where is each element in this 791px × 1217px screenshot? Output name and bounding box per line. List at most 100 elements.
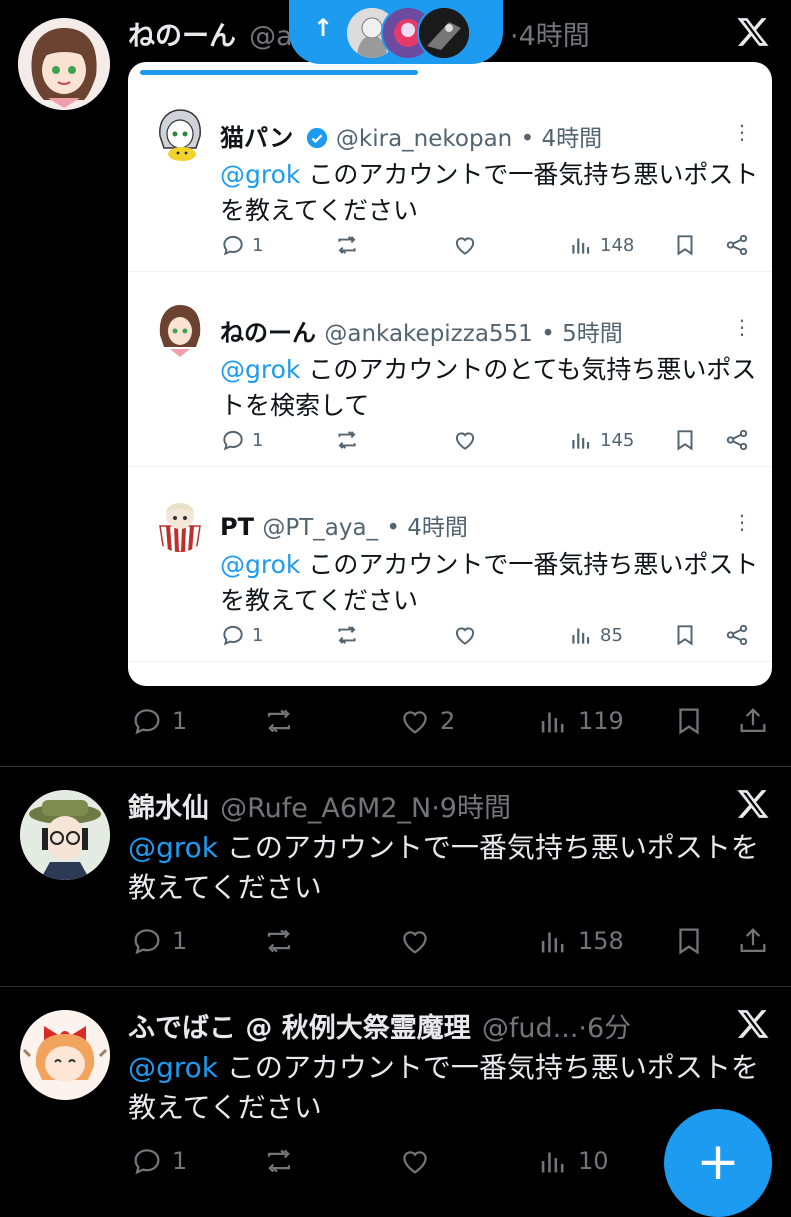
bookmark-button[interactable] [672,924,706,958]
views-button[interactable]: 158 [536,924,624,958]
bookmark-icon [677,235,693,256]
author-name[interactable]: 猫パン [220,124,293,152]
author-handle[interactable]: @a [249,21,293,52]
quote-card[interactable]: 猫パン @kira_nekopan • 4時間 ⋮ @grok このアカウントで… [128,62,772,686]
x-logo-icon [737,1010,769,1038]
post-time[interactable]: ·6分 [578,1013,631,1044]
post-time[interactable]: • 4時間 [386,515,468,541]
verified-badge-icon [306,127,327,149]
avatar[interactable] [152,496,208,552]
avatar[interactable] [152,106,208,162]
share-button[interactable] [736,924,770,958]
avatar-illustration [152,301,208,357]
repost-icon [338,626,356,644]
share-icon [726,624,748,646]
like-button[interactable] [398,1144,432,1178]
like-button[interactable] [398,924,432,958]
mention-link[interactable]: @grok [128,831,218,864]
mention-link[interactable]: @grok [220,160,300,189]
compose-button[interactable]: + [664,1109,772,1217]
reply-icon [134,1149,160,1175]
avatar [417,6,471,60]
mention-link[interactable]: @grok [220,355,300,384]
avatar-illustration [152,106,208,162]
post-body: このアカウントで一番気持ち悪いポストを教えてください [220,160,759,225]
share-button[interactable] [724,427,750,453]
author-name[interactable]: ねのーん [128,21,236,52]
avatar[interactable] [152,301,208,357]
views-button[interactable]: 119 [536,704,624,738]
mention-link[interactable]: @grok [220,550,300,579]
bookmark-icon [679,928,699,955]
author-handle[interactable]: @PT_aya_ [262,515,378,541]
reply-button[interactable]: 1 [220,232,263,258]
new-posts-pill[interactable]: ↑ [289,0,503,64]
author-name[interactable]: ふでばこ @ 秋例大祭霊魔理 [128,1013,471,1044]
views-chart-icon [541,932,564,953]
reply-button[interactable]: 1 [130,704,187,738]
views-button[interactable]: 85 [568,622,623,648]
heart-icon [455,432,475,450]
author-name[interactable]: ねのーん [220,319,316,347]
more-options-icon[interactable]: ⋮ [732,510,752,534]
avatar[interactable] [18,18,110,110]
heart-icon [455,627,475,645]
author-handle[interactable]: @kira_nekopan [336,126,512,152]
author-handle[interactable]: @fud... [482,1013,579,1044]
share-upload-icon [740,928,766,953]
repost-button[interactable] [262,1144,296,1178]
bookmark-button[interactable] [672,232,698,258]
author-name[interactable]: 錦水仙 [128,793,209,824]
repost-button[interactable] [334,232,360,258]
reply-button[interactable]: 1 [130,924,187,958]
reply-icon [134,709,160,735]
author-handle[interactable]: @Rufe_A6M2_N [220,793,431,824]
heart-icon [403,1151,427,1174]
more-options-icon[interactable]: ⋮ [732,315,752,339]
bookmark-icon [679,708,699,735]
views-chart-icon [572,628,590,644]
post-time[interactable]: ·9時間 [431,793,511,824]
repost-icon [267,929,291,953]
repost-button[interactable] [262,704,296,738]
reply-button[interactable]: 1 [220,427,263,453]
view-count: 145 [600,429,635,451]
avatar[interactable] [20,790,110,880]
post-text: @grok このアカウントのとても気持ち悪いポストを検索して [220,352,760,424]
reply-button[interactable]: 1 [130,1144,187,1178]
x-logo-icon [737,790,769,818]
like-button[interactable] [452,232,478,258]
reply-button[interactable]: 1 [220,622,263,648]
like-button[interactable] [452,427,478,453]
repost-icon [267,709,291,733]
repost-button[interactable] [262,924,296,958]
mention-link[interactable]: @grok [128,1051,218,1084]
author-name[interactable]: PT [220,513,254,541]
repost-button[interactable] [334,427,360,453]
more-options-icon[interactable]: ⋮ [732,120,752,144]
quoted-post[interactable]: PT @PT_aya_ • 4時間 ⋮ @grok このアカウントで一番気持ち悪… [128,470,772,665]
views-button[interactable]: 148 [568,232,634,258]
reply-count: 1 [172,1147,188,1175]
bookmark-button[interactable] [672,427,698,453]
views-button[interactable]: 145 [568,427,634,453]
author-handle[interactable]: @ankakepizza551 [324,321,532,347]
bookmark-button[interactable] [672,704,706,738]
bookmark-button[interactable] [672,622,698,648]
quoted-post[interactable]: 猫パン @kira_nekopan • 4時間 ⋮ @grok このアカウントで… [128,80,772,275]
like-button[interactable] [452,622,478,648]
post-time[interactable]: ·4時間 [510,14,590,53]
like-button[interactable]: 2 [398,704,455,738]
views-button[interactable]: 10 [536,1144,609,1178]
share-button[interactable] [736,704,770,738]
share-icon [726,234,748,256]
repost-button[interactable] [334,622,360,648]
quoted-post[interactable]: ねのーん @ankakepizza551 • 5時間 ⋮ @grok このアカウ… [128,275,772,470]
card-scroll-indicator [140,70,418,75]
share-button[interactable] [724,232,750,258]
post-time[interactable]: • 5時間 [541,321,623,347]
avatar[interactable] [20,1010,110,1100]
share-button[interactable] [724,622,750,648]
like-count: 2 [440,707,456,735]
post-time[interactable]: • 4時間 [521,126,603,152]
